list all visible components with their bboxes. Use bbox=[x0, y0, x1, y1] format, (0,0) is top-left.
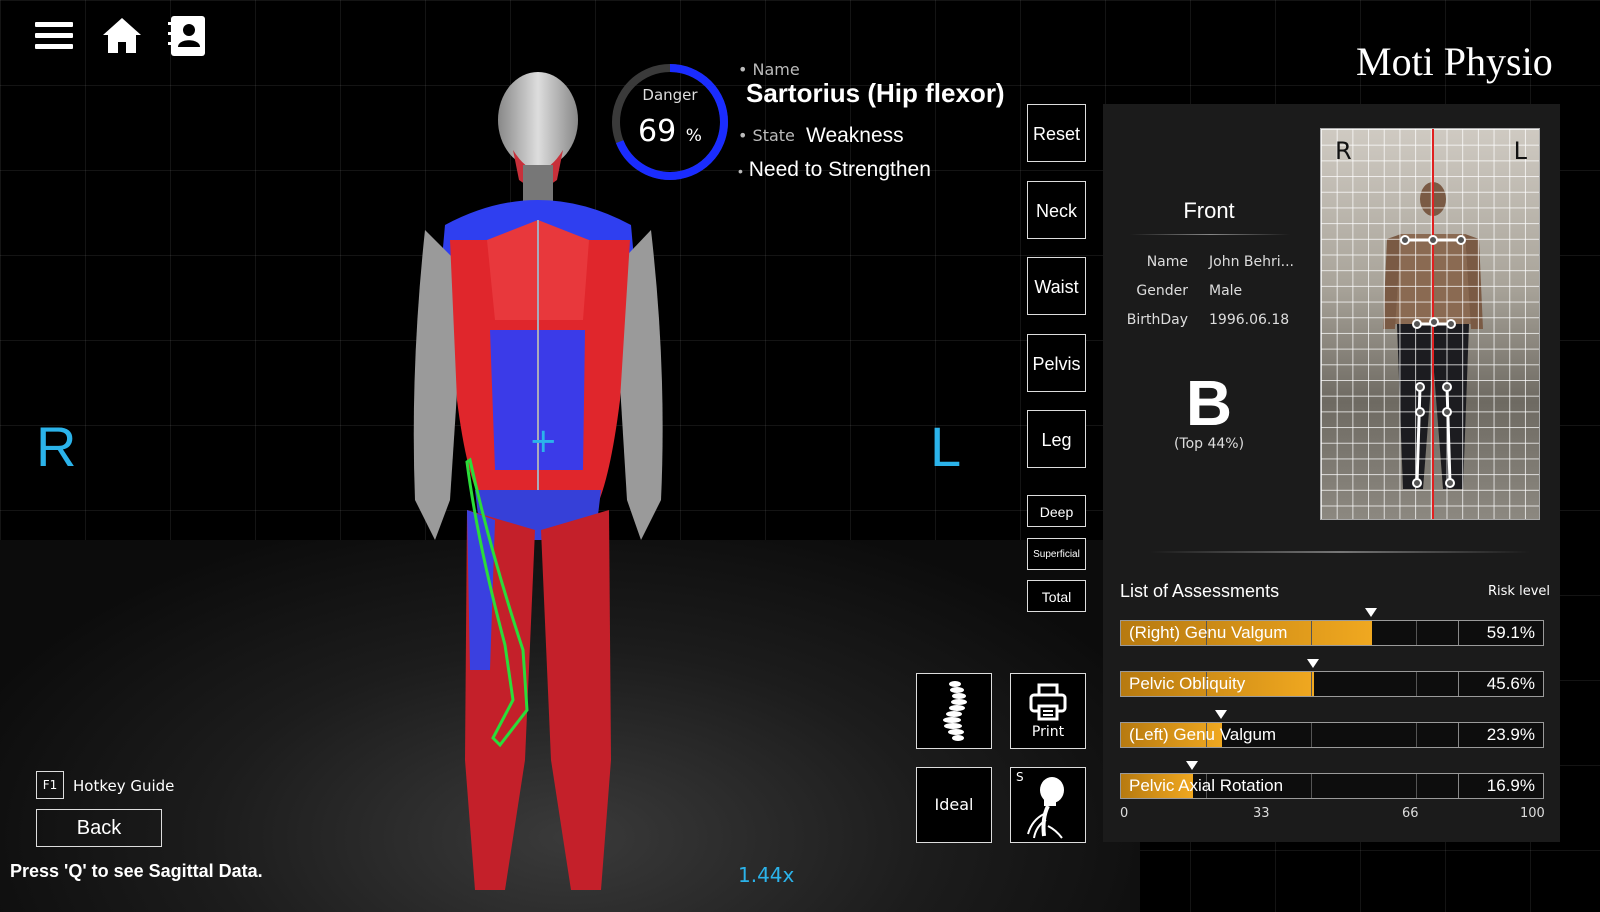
f1-key-badge[interactable]: F1 bbox=[36, 771, 64, 799]
posture-grade: B bbox=[1185, 367, 1233, 439]
assessment-value: 23.9% bbox=[1486, 725, 1535, 744]
assessment-grid-line bbox=[1311, 723, 1312, 747]
recommendation-text: Need to Strengthen bbox=[748, 158, 931, 181]
scale-100: 100 bbox=[1520, 806, 1545, 821]
superficial-layer-button[interactable]: Superficial bbox=[1027, 538, 1086, 570]
assessment-name: (Right) Genu Valgum bbox=[1129, 623, 1288, 642]
back-button[interactable]: Back bbox=[36, 809, 162, 847]
assessments-title: List of Assessments bbox=[1120, 581, 1280, 601]
assessment-value-separator bbox=[1458, 621, 1459, 645]
muscle-name-label: • Name bbox=[738, 60, 800, 79]
viewer-stage: Moti Physio R L + Danger 69 % • Name Sar… bbox=[0, 0, 1600, 912]
assessment-row[interactable]: Pelvic Axial Rotation 16.9% bbox=[1120, 773, 1544, 799]
printer-icon bbox=[1029, 683, 1067, 721]
view-title: Front bbox=[1183, 198, 1235, 223]
deep-layer-button[interactable]: Deep bbox=[1027, 495, 1086, 527]
print-button[interactable]: Print bbox=[1010, 673, 1086, 749]
assessment-value-separator bbox=[1458, 774, 1459, 798]
scale-33: 33 bbox=[1253, 806, 1270, 821]
photo-left-label: L bbox=[1513, 137, 1527, 165]
total-layer-button[interactable]: Total bbox=[1027, 580, 1086, 612]
sagittal-hint: Press 'Q' to see Sagittal Data. bbox=[10, 861, 263, 881]
muscle-state-label: • State bbox=[738, 126, 795, 145]
assessment-grid-line bbox=[1311, 672, 1312, 696]
scale-66: 66 bbox=[1402, 806, 1419, 821]
assessment-name: Pelvic Axial Rotation bbox=[1129, 776, 1284, 795]
profile-name-key: Name bbox=[1146, 254, 1188, 270]
assessment-value-separator bbox=[1458, 672, 1459, 696]
svg-text:+: + bbox=[529, 421, 558, 461]
assessment-value: 45.6% bbox=[1486, 674, 1535, 693]
anatomy-3d-model[interactable]: + bbox=[395, 70, 685, 900]
danger-gauge: Danger 69 % bbox=[610, 62, 730, 182]
waist-view-button[interactable]: Waist bbox=[1027, 257, 1086, 315]
posture-photo[interactable]: R L bbox=[1320, 128, 1540, 520]
risk-marker-icon bbox=[1215, 710, 1228, 719]
assessment-grid-line bbox=[1311, 621, 1312, 645]
assessment-grid-line bbox=[1416, 672, 1417, 696]
assessment-grid-line bbox=[1416, 774, 1417, 798]
danger-value: 69 % bbox=[610, 114, 730, 149]
state-label-text: State bbox=[752, 126, 795, 145]
profile-birthday-value: 1996.06.18 bbox=[1209, 312, 1290, 328]
hotkey-guide-label[interactable]: Hotkey Guide bbox=[73, 777, 174, 795]
ideal-button[interactable]: Ideal bbox=[916, 767, 992, 843]
assessment-grid-line bbox=[1311, 774, 1312, 798]
muscle-state: Weakness bbox=[806, 124, 904, 147]
view-title-divider bbox=[1130, 234, 1290, 235]
leg-view-button[interactable]: Leg bbox=[1027, 410, 1086, 468]
assessment-row[interactable]: Pelvic Obliquity 45.6% bbox=[1120, 671, 1544, 697]
panel-divider bbox=[1150, 551, 1530, 553]
muscle-recommendation: • Need to Strengthen bbox=[738, 158, 931, 181]
danger-label: Danger bbox=[642, 86, 698, 104]
scale-0: 0 bbox=[1120, 806, 1129, 821]
sagittal-skeleton-button[interactable]: S bbox=[1010, 767, 1086, 843]
risk-marker-icon bbox=[1307, 659, 1320, 668]
home-icon[interactable] bbox=[100, 14, 144, 58]
profile-birthday-key: BirthDay bbox=[1126, 312, 1188, 328]
profile-gender-key: Gender bbox=[1136, 283, 1188, 299]
assessment-grid-line bbox=[1416, 723, 1417, 747]
grade-note: (Top 44%) bbox=[1173, 436, 1245, 452]
assessment-value-separator bbox=[1458, 723, 1459, 747]
skeleton-side-icon bbox=[1027, 777, 1064, 839]
hamburger-menu-icon[interactable] bbox=[32, 14, 76, 58]
assessment-grid-line bbox=[1416, 621, 1417, 645]
pelvis-view-button[interactable]: Pelvis bbox=[1027, 334, 1086, 392]
danger-number: 69 bbox=[638, 114, 677, 149]
contact-book-icon[interactable] bbox=[165, 14, 209, 58]
spine-icon bbox=[943, 681, 967, 741]
assessment-value: 16.9% bbox=[1486, 776, 1535, 795]
assessment-name: (Left) Genu Valgum bbox=[1129, 725, 1277, 744]
muscle-name: Sartorius (Hip flexor) bbox=[746, 78, 1005, 108]
reset-view-button[interactable]: Reset bbox=[1027, 104, 1086, 162]
zoom-level: 1.44x bbox=[738, 863, 795, 887]
assessment-row[interactable]: (Left) Genu Valgum 23.9% bbox=[1120, 722, 1544, 748]
right-side-label: R bbox=[36, 415, 77, 478]
assessment-row[interactable]: (Right) Genu Valgum 59.1% bbox=[1120, 620, 1544, 646]
sagittal-s-label: S bbox=[1016, 770, 1024, 784]
danger-unit: % bbox=[685, 126, 702, 146]
spine-view-button[interactable] bbox=[916, 673, 992, 749]
assessment-name: Pelvic Obliquity bbox=[1129, 674, 1246, 693]
profile-name-value: John Behri... bbox=[1209, 254, 1294, 270]
risk-level-label: Risk level bbox=[1488, 584, 1550, 599]
risk-marker-icon bbox=[1364, 608, 1377, 617]
app-brand: Moti Physio bbox=[1356, 39, 1553, 84]
assessment-value: 59.1% bbox=[1486, 623, 1535, 642]
name-label-text: Name bbox=[752, 60, 800, 79]
risk-marker-icon bbox=[1185, 761, 1198, 770]
neck-view-button[interactable]: Neck bbox=[1027, 181, 1086, 239]
photo-right-label: R bbox=[1335, 137, 1352, 165]
left-side-label: L bbox=[930, 415, 962, 478]
print-label: Print bbox=[1031, 724, 1065, 740]
posture-keypoints bbox=[1400, 235, 1466, 488]
profile-gender-value: Male bbox=[1209, 283, 1243, 299]
